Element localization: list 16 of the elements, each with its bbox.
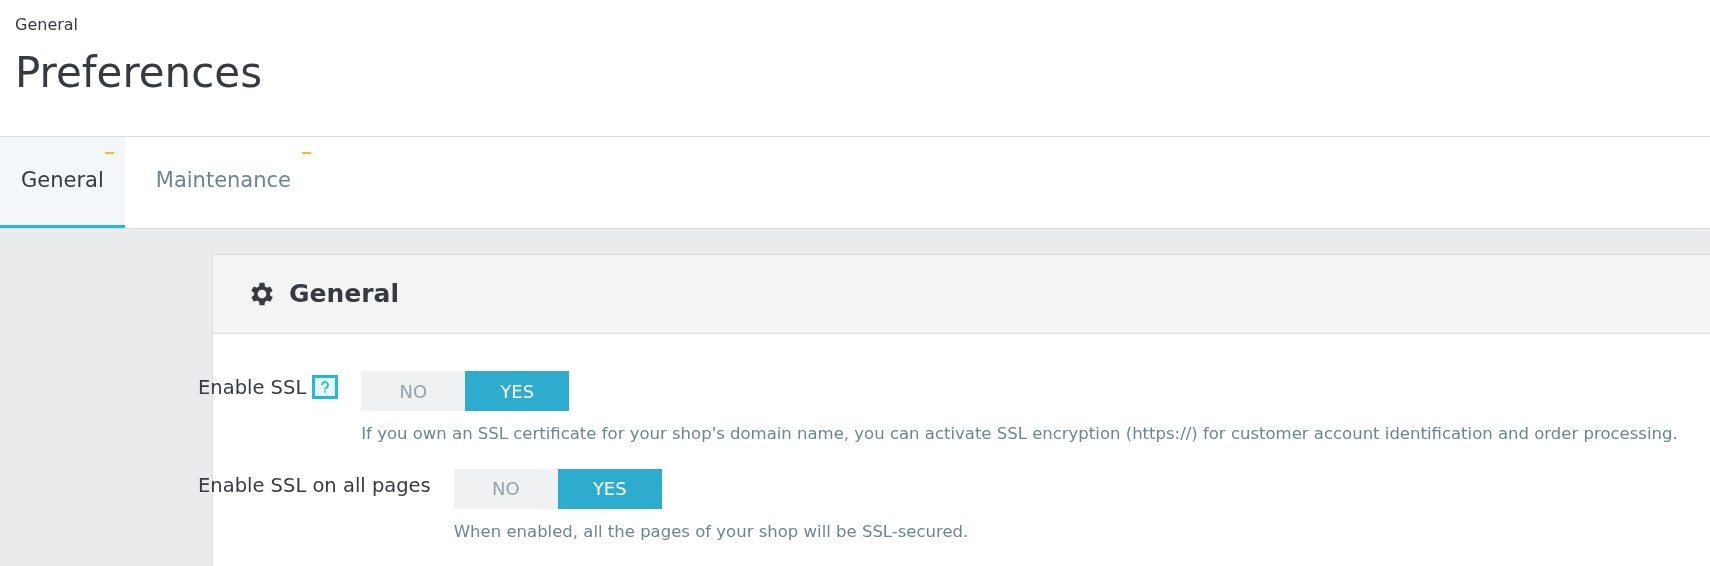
toggle-option[interactable]: NO — [361, 371, 466, 411]
breadcrumb: General — [15, 14, 79, 36]
tab[interactable]: Maintenance — [124, 137, 322, 228]
change-indicator-icon — [302, 152, 311, 154]
toggle-option[interactable]: YES — [465, 371, 570, 411]
panel-title: General — [289, 278, 399, 311]
page-title: Preferences — [15, 47, 263, 99]
tab[interactable]: General — [0, 137, 125, 228]
help-text: If you own an SSL certificate for your shop's domain name, you can activate SSL encryption (https://) for customer account identification and order processing. — [361, 423, 1678, 445]
change-indicator-icon — [104, 152, 114, 154]
field-label: Enable SSL on all pages — [198, 473, 431, 500]
field-label: Enable SSL — [198, 375, 307, 402]
toggle-option[interactable]: YES — [557, 468, 662, 509]
toggle-option[interactable]: NO — [453, 468, 558, 509]
help-icon[interactable] — [312, 375, 339, 399]
help-text: When enabled, all the pages of your shop will be SSL-secured. — [453, 520, 969, 543]
